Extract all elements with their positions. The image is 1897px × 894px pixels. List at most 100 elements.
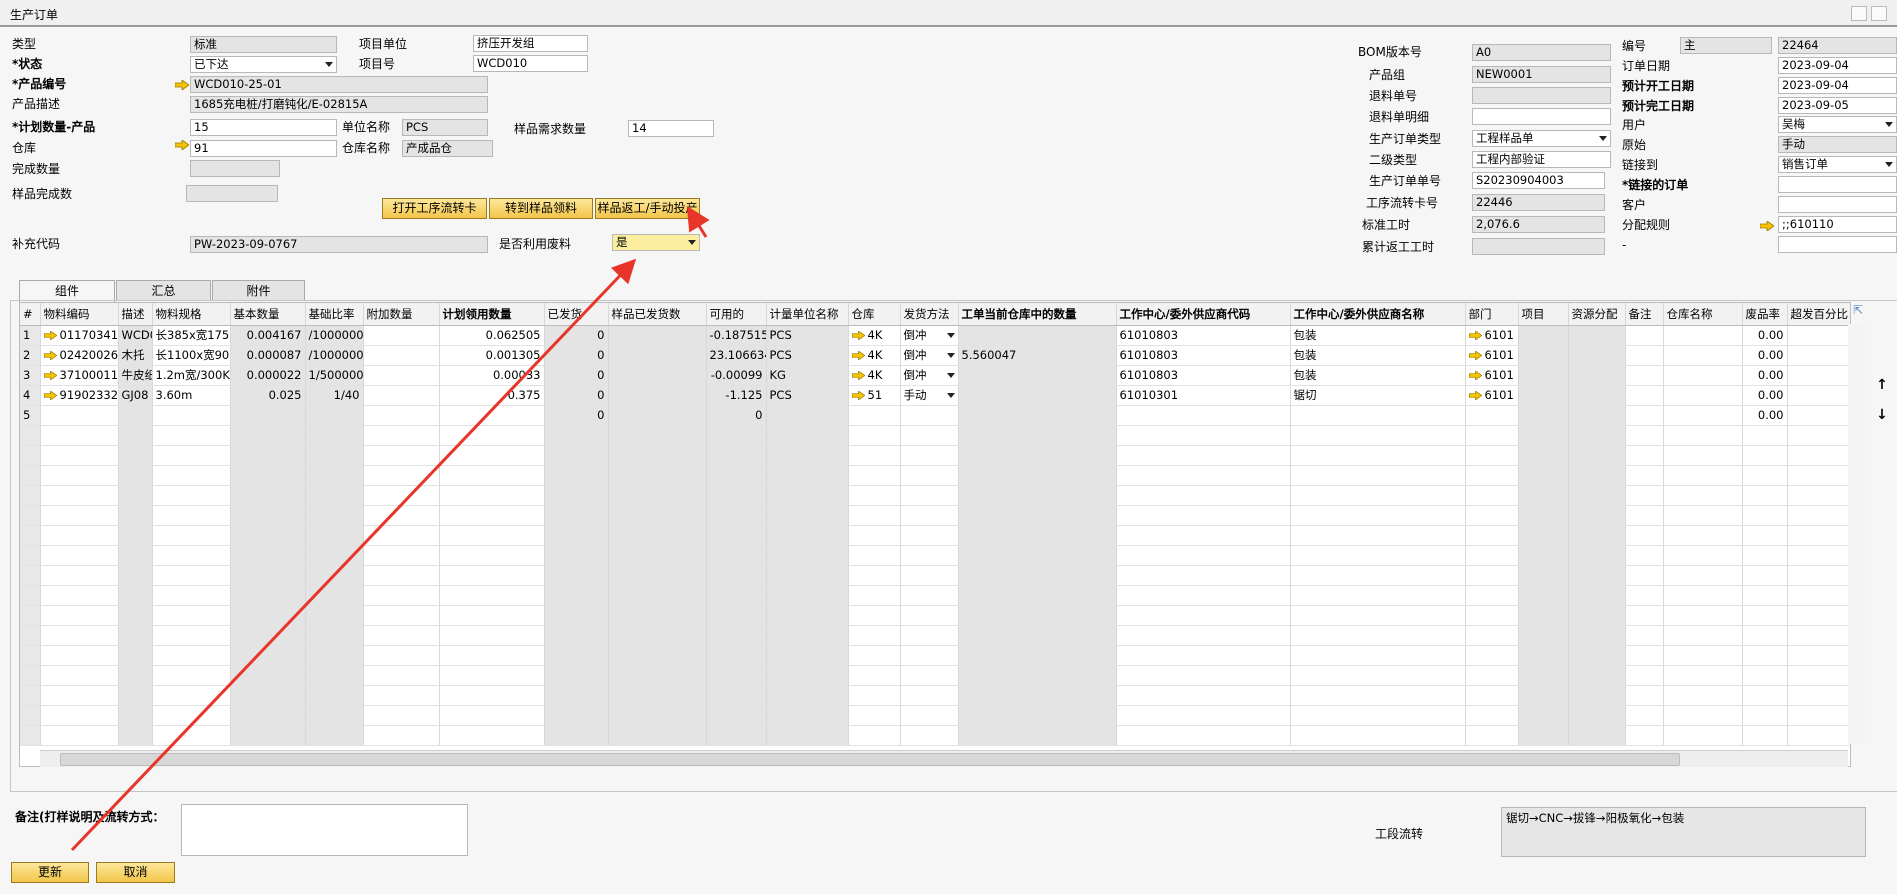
table-cell[interactable] [152,445,231,466]
table-cell[interactable] [439,725,545,746]
table-cell[interactable] [1742,545,1788,566]
origin-field[interactable]: 手动 [1778,136,1897,153]
table-cell[interactable] [1742,525,1788,546]
table-cell[interactable] [230,505,306,526]
column-header[interactable]: 基本数量 [230,303,306,326]
expand-icon[interactable]: ⇱ [1851,303,1865,317]
table-cell[interactable] [152,625,231,646]
table-cell[interactable] [544,625,609,646]
table-cell[interactable]: 4K [848,345,901,366]
table-cell[interactable] [40,465,119,486]
table-cell[interactable] [1787,545,1850,566]
table-cell[interactable]: 1/40 [305,385,364,406]
table-cell[interactable] [608,505,707,526]
table-cell[interactable] [1290,465,1466,486]
table-cell[interactable] [1625,605,1664,626]
table-cell[interactable] [766,425,849,446]
sub-type-field[interactable]: 工程内部验证 [1472,151,1611,168]
table-cell[interactable] [1742,645,1788,666]
table-cell[interactable]: 91902332 [40,385,119,406]
table-cell[interactable] [152,725,231,746]
table-cell[interactable] [1518,605,1569,626]
table-cell[interactable] [1787,425,1850,446]
table-cell[interactable] [118,565,153,586]
status-select[interactable]: 已下达 [190,56,337,73]
link-arrow-icon[interactable] [851,371,865,380]
table-cell[interactable] [1625,685,1664,706]
table-cell[interactable] [118,545,153,566]
table-cell[interactable]: 6101 [1465,325,1519,346]
table-cell[interactable]: 0.00 [1742,385,1788,406]
table-cell[interactable] [363,385,440,406]
table-cell[interactable] [1625,485,1664,506]
table-cell[interactable] [766,505,849,526]
table-cell[interactable] [118,625,153,646]
table-cell[interactable] [1625,625,1664,646]
table-cell[interactable] [544,605,609,626]
table-cell[interactable] [305,505,364,526]
table-cell[interactable] [1625,705,1664,726]
table-cell[interactable] [1742,705,1788,726]
table-cell[interactable] [118,685,153,706]
link-arrow-icon[interactable] [43,331,57,340]
link-arrow-icon[interactable] [851,331,865,340]
table-cell[interactable] [1518,525,1569,546]
link-arrow-icon[interactable] [1468,371,1482,380]
use-scrap-select[interactable]: 是 [612,234,700,251]
table-cell[interactable] [608,725,707,746]
table-cell[interactable] [40,525,119,546]
link-arrow-icon[interactable] [1468,391,1482,400]
table-cell[interactable] [1787,365,1850,386]
table-cell[interactable] [118,665,153,686]
table-cell[interactable] [1663,325,1743,346]
table-cell[interactable] [363,705,440,726]
column-header[interactable]: 工作中心/委外供应商名称 [1290,303,1466,326]
table-cell[interactable] [1787,485,1850,506]
link-arrow-icon[interactable] [43,351,57,360]
table-cell[interactable]: 0.001305 [439,345,545,366]
table-cell[interactable] [608,445,707,466]
table-cell[interactable] [1663,565,1743,586]
table-cell[interactable] [230,605,306,626]
table-cell[interactable] [1787,565,1850,586]
table-cell[interactable] [1568,705,1626,726]
column-header[interactable]: 附加数量 [363,303,440,326]
table-cell[interactable] [1290,625,1466,646]
table-cell[interactable] [544,665,609,686]
table-cell[interactable] [1518,345,1569,366]
table-cell[interactable] [1465,425,1519,446]
table-cell[interactable]: /1000000 [305,325,364,346]
table-cell[interactable] [230,725,306,746]
table-cell[interactable]: 4K [848,325,901,346]
table-cell[interactable] [40,445,119,466]
table-cell[interactable] [1290,505,1466,526]
table-cell[interactable] [608,385,707,406]
table-cell[interactable] [848,685,901,706]
table-cell[interactable] [1116,425,1291,446]
table-cell[interactable] [1787,505,1850,526]
table-cell[interactable] [305,725,364,746]
chevron-down-icon[interactable] [946,393,955,398]
table-row[interactable] [20,445,1850,466]
table-cell[interactable] [1518,585,1569,606]
table-cell[interactable] [608,345,707,366]
table-cell[interactable] [1465,685,1519,706]
table-cell[interactable] [40,605,119,626]
minimize-icon[interactable] [1851,6,1867,21]
table-cell[interactable] [1568,605,1626,626]
type-field[interactable]: 标准 [190,36,337,53]
table-cell[interactable] [958,605,1117,626]
rework-hours-field[interactable] [1472,238,1605,255]
table-cell[interactable] [439,505,545,526]
table-cell[interactable]: 倒冲 [900,345,959,366]
table-cell[interactable] [1787,665,1850,686]
table-cell[interactable] [439,545,545,566]
table-cell[interactable] [1518,625,1569,646]
table-cell[interactable] [848,725,901,746]
table-cell[interactable] [544,545,609,566]
table-cell[interactable] [1625,385,1664,406]
supp-code-field[interactable]: PW-2023-09-0767 [190,236,488,253]
table-cell[interactable] [608,625,707,646]
table-cell[interactable] [305,605,364,626]
to-sample-issue-button[interactable]: 转到样品领料 [489,198,593,219]
